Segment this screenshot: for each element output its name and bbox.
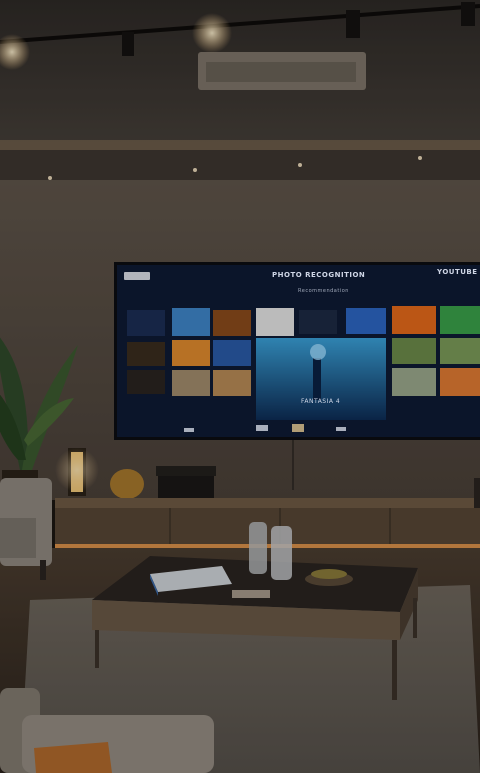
tv-brand-text: PHOTO RECOGNITION bbox=[272, 271, 366, 279]
tv-app-label: YOUTUBE bbox=[437, 268, 478, 276]
tv-hero-caption: FANTASIA 4 bbox=[301, 398, 341, 405]
living-room-scene: PHOTO RECOGNITION YOUTUBE Recommendation… bbox=[0, 0, 480, 773]
dim-overlay bbox=[0, 0, 480, 773]
tv-section-label: Recommendation bbox=[298, 288, 349, 294]
